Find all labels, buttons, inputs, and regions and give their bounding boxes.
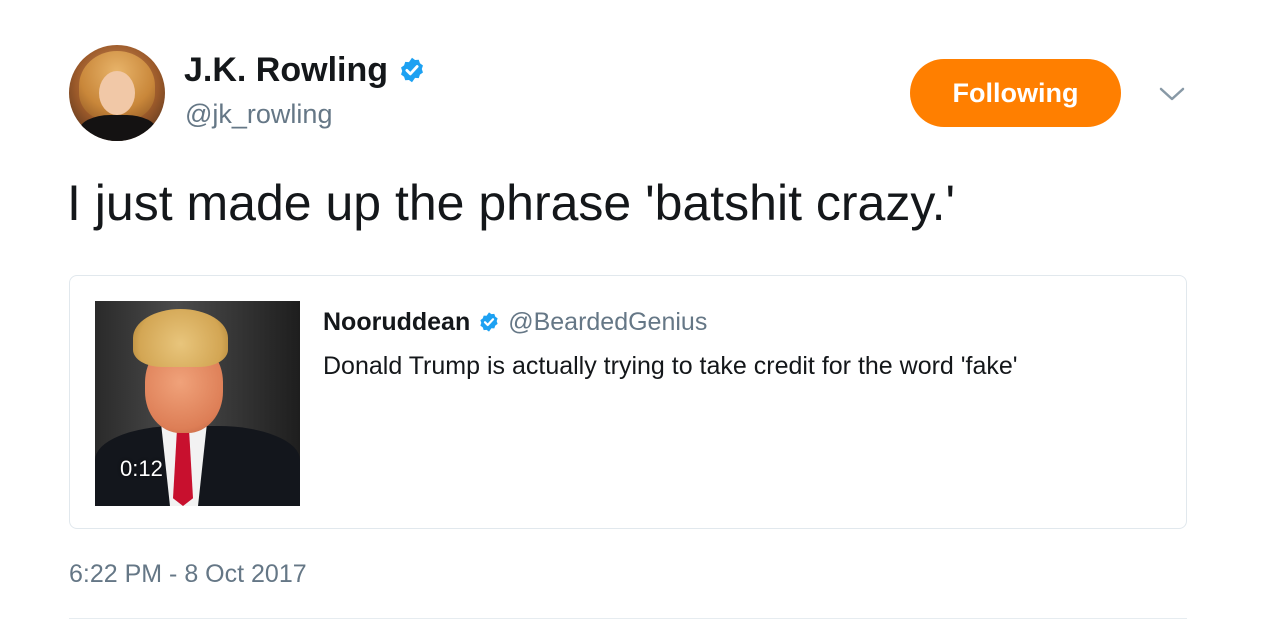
tweet-timestamp[interactable]: 6:22 PM - 8 Oct 2017	[69, 558, 307, 590]
verified-badge-icon	[480, 312, 498, 332]
verified-badge-icon	[401, 57, 423, 83]
quoted-author-handle[interactable]: @BeardedGenius	[508, 306, 707, 338]
video-duration: 0:12	[120, 456, 163, 481]
avatar-body	[79, 115, 157, 141]
author-avatar[interactable]	[69, 45, 165, 141]
divider	[69, 618, 1187, 619]
quoted-tweet-card[interactable]: 0:12 Nooruddean @BeardedGenius Donald Tr…	[69, 275, 1187, 529]
author-name-row[interactable]: J.K. Rowling	[184, 50, 426, 90]
tweet-text: I just made up the phrase 'batshit crazy…	[67, 175, 956, 231]
quoted-author-name[interactable]: Nooruddean	[323, 306, 470, 338]
author-handle[interactable]: @jk_rowling	[185, 98, 332, 130]
video-thumbnail[interactable]: 0:12	[95, 301, 300, 506]
avatar-face	[99, 71, 135, 115]
quoted-author-row[interactable]: Nooruddean @BeardedGenius	[323, 306, 707, 338]
chevron-down-icon[interactable]	[1158, 82, 1186, 106]
quoted-tweet-text: Donald Trump is actually trying to take …	[323, 352, 1018, 380]
author-name[interactable]: J.K. Rowling	[184, 50, 388, 90]
thumb-hair	[133, 309, 228, 367]
following-button[interactable]: Following	[910, 59, 1121, 127]
